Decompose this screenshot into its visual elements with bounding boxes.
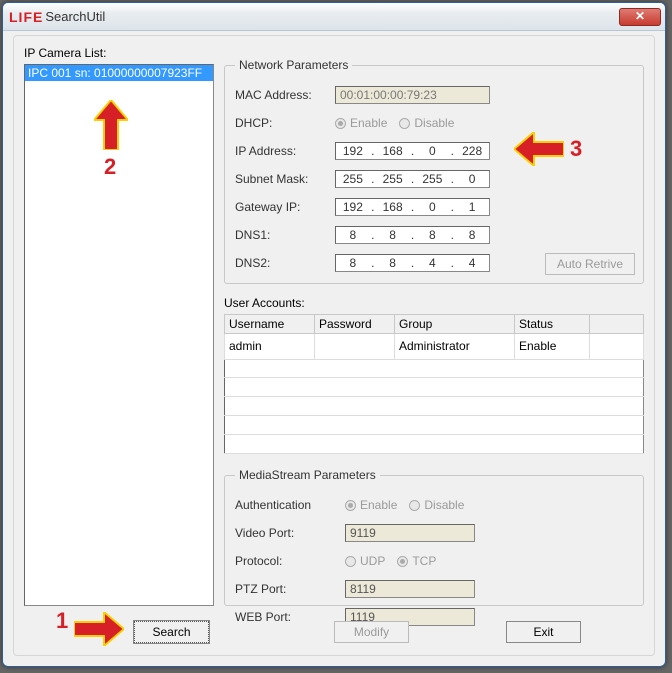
- dns1-field[interactable]: 8. 8. 8. 8: [335, 226, 490, 244]
- dhcp-label: DHCP:: [235, 116, 335, 130]
- subnet-mask-field[interactable]: 255. 255. 255. 0: [335, 170, 490, 188]
- ip-address-field[interactable]: 192. 168. 0. 228: [335, 142, 490, 160]
- user-accounts-table[interactable]: Username Password Group Status admin Adm…: [224, 314, 644, 454]
- close-button[interactable]: ✕: [619, 8, 661, 26]
- network-parameters-group: Network Parameters MAC Address: 00:01:00…: [224, 58, 644, 284]
- video-port-field: 9119: [345, 524, 475, 542]
- titlebar[interactable]: LIFE SearchUtil ✕: [3, 3, 665, 31]
- video-port-label: Video Port:: [235, 526, 345, 540]
- th-spacer: [590, 315, 644, 334]
- ptz-port-field: 8119: [345, 580, 475, 598]
- modify-button: Modify: [334, 621, 409, 643]
- camera-list-item-selected[interactable]: IPC 001 sn: 01000000007923FF: [25, 65, 213, 81]
- table-row[interactable]: admin Administrator Enable: [225, 334, 644, 360]
- auth-disable-radio: Disable: [409, 498, 464, 512]
- th-username[interactable]: Username: [225, 315, 315, 334]
- mac-label: MAC Address:: [235, 88, 335, 102]
- th-status[interactable]: Status: [515, 315, 590, 334]
- media-legend: MediaStream Parameters: [235, 468, 380, 482]
- camera-list[interactable]: IPC 001 sn: 01000000007923FF: [24, 64, 214, 606]
- dns2-label: DNS2:: [235, 256, 335, 270]
- ptz-port-label: PTZ Port:: [235, 582, 345, 596]
- gateway-label: Gateway IP:: [235, 200, 335, 214]
- th-password[interactable]: Password: [315, 315, 395, 334]
- th-group[interactable]: Group: [395, 315, 515, 334]
- search-button[interactable]: Search: [134, 621, 209, 643]
- subnet-label: Subnet Mask:: [235, 172, 335, 186]
- auth-enable-radio: Enable: [345, 498, 397, 512]
- protocol-label: Protocol:: [235, 554, 345, 568]
- camera-list-label: IP Camera List:: [24, 46, 106, 60]
- dhcp-enable-radio: Enable: [335, 116, 387, 130]
- exit-button[interactable]: Exit: [506, 621, 581, 643]
- dhcp-disable-radio: Disable: [399, 116, 454, 130]
- auto-retrive-button: Auto Retrive: [545, 253, 635, 275]
- gateway-field[interactable]: 192. 168. 0. 1: [335, 198, 490, 216]
- protocol-tcp-radio: TCP: [397, 554, 436, 568]
- auth-label: Authentication: [235, 498, 345, 512]
- ip-label: IP Address:: [235, 144, 335, 158]
- protocol-udp-radio: UDP: [345, 554, 385, 568]
- dns2-field[interactable]: 8. 8. 4. 4: [335, 254, 490, 272]
- window-title: SearchUtil: [45, 9, 619, 24]
- mediastream-parameters-group: MediaStream Parameters Authentication En…: [224, 468, 644, 606]
- user-accounts-label: User Accounts:: [224, 296, 305, 310]
- client-area: IP Camera List: IPC 001 sn: 010000000079…: [13, 35, 655, 656]
- dns1-label: DNS1:: [235, 228, 335, 242]
- network-legend: Network Parameters: [235, 58, 352, 72]
- app-window: LIFE SearchUtil ✕ IP Camera List: IPC 00…: [2, 2, 666, 667]
- mac-field: 00:01:00:00:79:23: [335, 86, 490, 104]
- bottom-button-bar: Search Modify Exit: [14, 621, 654, 645]
- logo-life: LIFE: [9, 9, 43, 25]
- table-header-row: Username Password Group Status: [225, 315, 644, 334]
